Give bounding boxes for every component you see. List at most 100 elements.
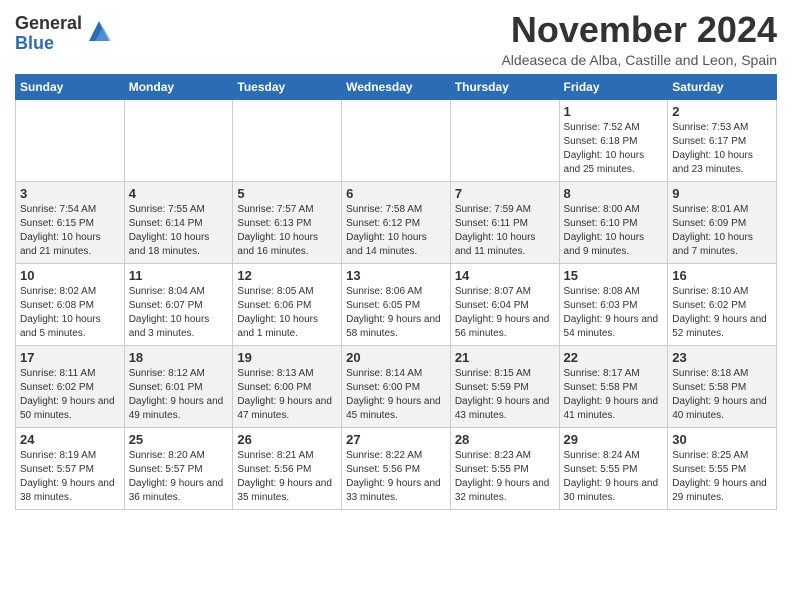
day-number: 5 <box>237 186 337 201</box>
month-title: November 2024 <box>501 10 777 50</box>
calendar-cell: 12Sunrise: 8:05 AMSunset: 6:06 PMDayligh… <box>233 263 342 345</box>
cell-content: Sunrise: 8:17 AMSunset: 5:58 PMDaylight:… <box>564 367 664 423</box>
cell-content: Sunrise: 8:00 AMSunset: 6:10 PMDaylight:… <box>564 203 664 259</box>
day-number: 25 <box>129 432 229 447</box>
day-number: 12 <box>237 268 337 283</box>
calendar-cell: 17 Sunrise: 8:11 AMSunset: 6:02 PMDayligh… <box>16 345 125 427</box>
cell-content: Sunrise: 7:54 AMSunset: 6:15 PMDaylight:… <box>20 203 120 259</box>
day-number: 21 <box>455 350 555 365</box>
day-number: 20 <box>346 350 446 365</box>
day-number: 22 <box>564 350 664 365</box>
day-number: 18 <box>129 350 229 365</box>
day-number: 4 <box>129 186 229 201</box>
calendar-table: SundayMondayTuesdayWednesdayThursdayFrid… <box>15 74 777 510</box>
calendar-cell: 29Sunrise: 8:24 AMSunset: 5:55 PMDayligh… <box>559 427 668 509</box>
calendar-cell: 13Sunrise: 8:06 AMSunset: 6:05 PMDayligh… <box>342 263 451 345</box>
calendar-cell: 10 Sunrise: 8:02 AMSunset: 6:08 PMDayligh… <box>16 263 125 345</box>
day-number: 14 <box>455 268 555 283</box>
cell-content: Sunrise: 8:07 AMSunset: 6:04 PMDaylight:… <box>455 285 555 341</box>
day-number: 27 <box>346 432 446 447</box>
day-number: 1 <box>564 104 664 119</box>
day-number: 29 <box>564 432 664 447</box>
day-number: 7 <box>455 186 555 201</box>
cell-content: Sunrise: 7:57 AMSunset: 6:13 PMDaylight:… <box>237 203 337 259</box>
calendar-cell: 27 Sunrise: 8:22 AMSunset: 5:56 PMDayligh… <box>342 427 451 509</box>
calendar-cell: 9Sunrise: 8:01 AMSunset: 6:09 PMDaylight… <box>668 181 777 263</box>
cell-content: Sunrise: 8:20 AMSunset: 5:57 PMDaylight:… <box>129 449 229 505</box>
calendar-cell <box>16 99 125 181</box>
calendar-week-row: 10 Sunrise: 8:02 AMSunset: 6:08 PMDayligh… <box>16 263 777 345</box>
weekday-header-friday: Friday <box>559 74 668 99</box>
calendar-cell: 16 Sunrise: 8:10 AMSunset: 6:02 PMDayligh… <box>668 263 777 345</box>
calendar-cell: 20 Sunrise: 8:14 AMSunset: 6:00 PMDayligh… <box>342 345 451 427</box>
calendar-cell <box>124 99 233 181</box>
day-number: 13 <box>346 268 446 283</box>
day-number: 15 <box>564 268 664 283</box>
logo-general: General <box>15 14 82 34</box>
cell-content: Sunrise: 8:15 AMSunset: 5:59 PMDaylight:… <box>455 367 555 423</box>
calendar-cell: 6Sunrise: 7:58 AMSunset: 6:12 PMDaylight… <box>342 181 451 263</box>
cell-content: Sunrise: 7:59 AMSunset: 6:11 PMDaylight:… <box>455 203 555 259</box>
cell-content: Sunrise: 8:14 AMSunset: 6:00 PMDaylight:… <box>346 367 446 423</box>
calendar-week-row: 3Sunrise: 7:54 AMSunset: 6:15 PMDaylight… <box>16 181 777 263</box>
cell-content: Sunrise: 8:23 AMSunset: 5:55 PMDaylight:… <box>455 449 555 505</box>
calendar-cell: 4 Sunrise: 7:55 AMSunset: 6:14 PMDaylight… <box>124 181 233 263</box>
logo-text: General Blue <box>15 14 82 54</box>
calendar-cell: 7 Sunrise: 7:59 AMSunset: 6:11 PMDaylight… <box>450 181 559 263</box>
page: General Blue November 2024 Aldeaseca de … <box>0 0 792 525</box>
cell-content: Sunrise: 8:11 AMSunset: 6:02 PMDaylight:… <box>20 367 120 423</box>
day-number: 17 <box>20 350 120 365</box>
calendar-cell: 5 Sunrise: 7:57 AMSunset: 6:13 PMDaylight… <box>233 181 342 263</box>
cell-content: Sunrise: 7:55 AMSunset: 6:14 PMDaylight:… <box>129 203 229 259</box>
calendar-cell: 11Sunrise: 8:04 AMSunset: 6:07 PMDayligh… <box>124 263 233 345</box>
calendar-cell <box>233 99 342 181</box>
calendar-cell: 21 Sunrise: 8:15 AMSunset: 5:59 PMDayligh… <box>450 345 559 427</box>
calendar-cell: 3Sunrise: 7:54 AMSunset: 6:15 PMDaylight… <box>16 181 125 263</box>
day-number: 11 <box>129 268 229 283</box>
cell-content: Sunrise: 8:25 AMSunset: 5:55 PMDaylight:… <box>672 449 772 505</box>
cell-content: Sunrise: 7:52 AMSunset: 6:18 PMDaylight:… <box>564 121 664 177</box>
weekday-header-tuesday: Tuesday <box>233 74 342 99</box>
day-number: 23 <box>672 350 772 365</box>
cell-content: Sunrise: 8:21 AMSunset: 5:56 PMDaylight:… <box>237 449 337 505</box>
calendar-body: 1 Sunrise: 7:52 AMSunset: 6:18 PMDaylight… <box>16 99 777 509</box>
calendar-cell: 15 Sunrise: 8:08 AMSunset: 6:03 PMDayligh… <box>559 263 668 345</box>
day-number: 26 <box>237 432 337 447</box>
header: General Blue November 2024 Aldeaseca de … <box>15 10 777 68</box>
calendar-cell: 8Sunrise: 8:00 AMSunset: 6:10 PMDaylight… <box>559 181 668 263</box>
cell-content: Sunrise: 8:02 AMSunset: 6:08 PMDaylight:… <box>20 285 120 341</box>
cell-content: Sunrise: 8:10 AMSunset: 6:02 PMDaylight:… <box>672 285 772 341</box>
title-area: November 2024 Aldeaseca de Alba, Castill… <box>501 10 777 68</box>
weekday-header-saturday: Saturday <box>668 74 777 99</box>
cell-content: Sunrise: 7:58 AMSunset: 6:12 PMDaylight:… <box>346 203 446 259</box>
calendar-cell: 22 Sunrise: 8:17 AMSunset: 5:58 PMDayligh… <box>559 345 668 427</box>
calendar-cell: 18 Sunrise: 8:12 AMSunset: 6:01 PMDayligh… <box>124 345 233 427</box>
day-number: 10 <box>20 268 120 283</box>
weekday-header-sunday: Sunday <box>16 74 125 99</box>
calendar-cell <box>342 99 451 181</box>
calendar-week-row: 1 Sunrise: 7:52 AMSunset: 6:18 PMDaylight… <box>16 99 777 181</box>
calendar-week-row: 17 Sunrise: 8:11 AMSunset: 6:02 PMDayligh… <box>16 345 777 427</box>
day-number: 9 <box>672 186 772 201</box>
calendar-cell: 14 Sunrise: 8:07 AMSunset: 6:04 PMDayligh… <box>450 263 559 345</box>
location-subtitle: Aldeaseca de Alba, Castille and Leon, Sp… <box>501 52 777 68</box>
weekday-header-row: SundayMondayTuesdayWednesdayThursdayFrid… <box>16 74 777 99</box>
day-number: 16 <box>672 268 772 283</box>
cell-content: Sunrise: 8:22 AMSunset: 5:56 PMDaylight:… <box>346 449 446 505</box>
cell-content: Sunrise: 7:53 AMSunset: 6:17 PMDaylight:… <box>672 121 772 177</box>
day-number: 19 <box>237 350 337 365</box>
calendar-cell: 1 Sunrise: 7:52 AMSunset: 6:18 PMDaylight… <box>559 99 668 181</box>
logo-icon <box>85 17 113 45</box>
calendar-cell: 30Sunrise: 8:25 AMSunset: 5:55 PMDayligh… <box>668 427 777 509</box>
logo-blue: Blue <box>15 34 82 54</box>
calendar-cell: 2 Sunrise: 7:53 AMSunset: 6:17 PMDaylight… <box>668 99 777 181</box>
day-number: 2 <box>672 104 772 119</box>
calendar-cell: 23Sunrise: 8:18 AMSunset: 5:58 PMDayligh… <box>668 345 777 427</box>
calendar-cell: 26 Sunrise: 8:21 AMSunset: 5:56 PMDayligh… <box>233 427 342 509</box>
day-number: 28 <box>455 432 555 447</box>
calendar-cell: 28 Sunrise: 8:23 AMSunset: 5:55 PMDayligh… <box>450 427 559 509</box>
cell-content: Sunrise: 8:08 AMSunset: 6:03 PMDaylight:… <box>564 285 664 341</box>
cell-content: Sunrise: 8:12 AMSunset: 6:01 PMDaylight:… <box>129 367 229 423</box>
calendar-week-row: 24Sunrise: 8:19 AMSunset: 5:57 PMDayligh… <box>16 427 777 509</box>
cell-content: Sunrise: 8:19 AMSunset: 5:57 PMDaylight:… <box>20 449 120 505</box>
